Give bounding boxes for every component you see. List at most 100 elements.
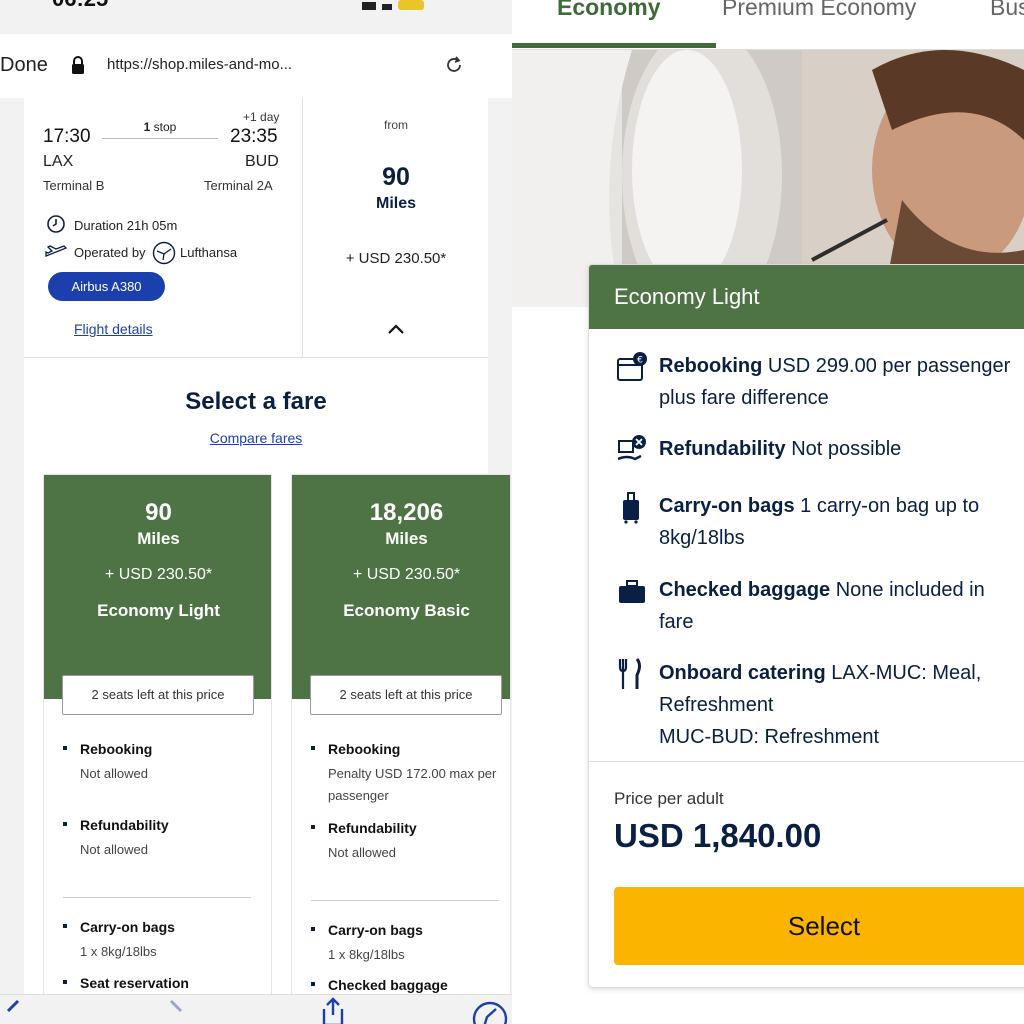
fare-miles-label: Miles xyxy=(137,529,180,548)
list-item: Rebooking Penalty USD 172.00 max per pas… xyxy=(311,741,501,807)
feature-text: Refundability Not possible xyxy=(659,433,1014,465)
price-value: USD 1,840.00 xyxy=(614,817,822,854)
route-line xyxy=(102,138,218,139)
feature-text: Rebooking USD 299.00 per passenger plus … xyxy=(659,350,1014,414)
list-item: Carry-on bags 1 x 8kg/18lbs xyxy=(63,919,253,963)
fare-miles-label: Miles xyxy=(385,529,428,548)
flight-card: 17:30 1 stop +1 day 23:35 LAX BUD Termin… xyxy=(24,98,488,358)
checked-baggage-icon xyxy=(619,580,645,603)
airline-name: Lufthansa xyxy=(180,245,238,260)
feature-title: Carry-on bags xyxy=(659,495,795,517)
arrival-time: 23:35 xyxy=(230,126,278,147)
list-item: Carry-on bags 1 x 8kg/18lbs xyxy=(311,922,501,966)
feature-desc: Not allowed xyxy=(80,842,148,857)
divider xyxy=(311,900,499,901)
feature-title: Rebooking xyxy=(659,355,763,377)
list-item: Seat reservation xyxy=(63,975,253,991)
compare-fares-link[interactable]: Compare fares xyxy=(24,430,488,446)
feature-text: Onboard catering LAX-MUC: Meal, Refreshm… xyxy=(659,657,1014,753)
feature-title: Rebooking xyxy=(63,741,253,757)
calendar-rebooking-icon: € xyxy=(617,352,647,381)
departure-terminal: Terminal B xyxy=(43,178,105,193)
select-fare-title: Select a fare xyxy=(185,388,327,415)
battery-icon xyxy=(398,0,424,10)
compass-icon[interactable] xyxy=(472,997,508,1024)
feature-text: Carry-on bags 1 carry-on bag up to 8kg/1… xyxy=(659,490,1014,554)
feature-title: Seat reservation xyxy=(63,975,253,991)
list-item: Checked baggage xyxy=(311,977,501,993)
fare-name: Economy Basic xyxy=(343,601,470,620)
cabin-tabs: Economy Premium Economy Bus xyxy=(512,0,1024,50)
feature-refundability: Refundability Not possible xyxy=(615,433,1015,473)
flight-price[interactable]: from 90 Miles + USD 230.50* xyxy=(304,98,488,358)
usd-value: + USD 230.50* xyxy=(345,250,447,267)
done-button[interactable]: Done xyxy=(0,54,48,77)
chevron-up-icon[interactable] xyxy=(387,323,405,335)
fare-usd: + USD 230.50* xyxy=(352,566,461,583)
feature-desc: Penalty USD 172.00 max per passenger xyxy=(328,766,497,803)
active-tab-indicator xyxy=(512,43,716,48)
carry-on-bag-icon xyxy=(623,492,639,524)
lufthansa-logo-icon xyxy=(152,241,176,265)
seats-left-badge: 2 seats left at this price xyxy=(310,675,502,715)
share-icon[interactable] xyxy=(320,997,346,1024)
feature-title: Carry-on bags xyxy=(63,919,253,935)
list-item: Refundability Not allowed xyxy=(63,817,253,861)
fare-detail-card: Economy Light € Rebooking USD 299.00 per… xyxy=(588,264,1024,988)
aircraft-badge: Airbus A380 xyxy=(48,272,165,301)
flight-details-link[interactable]: Flight details xyxy=(74,321,153,337)
feature-desc: 1 x 8kg/18lbs xyxy=(80,944,157,959)
fare-name: Economy Light xyxy=(97,601,220,620)
feature-desc: Not allowed xyxy=(80,766,148,781)
tab-business[interactable]: Bus xyxy=(990,0,1024,21)
feature-title: Checked baggage xyxy=(311,977,501,993)
operated-by-label: Operated by xyxy=(74,245,146,260)
from-label: from xyxy=(384,118,408,132)
list-item: Refundability Not allowed xyxy=(311,820,501,864)
svg-text:€: € xyxy=(637,356,643,366)
clock-icon xyxy=(47,215,65,233)
tab-premium-economy[interactable]: Premium Economy xyxy=(722,0,916,21)
miles-label: Miles xyxy=(375,195,416,212)
status-icons xyxy=(362,0,442,10)
feature-desc: 1 x 8kg/18lbs xyxy=(328,947,405,962)
feature-catering: Onboard catering LAX-MUC: Meal, Refreshm… xyxy=(615,657,1015,757)
lock-icon xyxy=(72,56,84,74)
flight-info: 17:30 1 stop +1 day 23:35 LAX BUD Termin… xyxy=(24,98,303,358)
fare-card-economy-light[interactable]: 90 Miles + USD 230.50* Economy Light 2 s… xyxy=(43,474,272,1004)
price-label: Price per adult xyxy=(614,789,724,808)
tab-economy[interactable]: Economy xyxy=(557,0,661,21)
url-text[interactable]: https://shop.miles-and-mo... xyxy=(107,56,292,73)
stops-count: 1 xyxy=(143,120,151,134)
feature-carry-on: Carry-on bags 1 carry-on bag up to 8kg/1… xyxy=(615,490,1015,560)
feature-title: Refundability xyxy=(659,438,786,460)
fare-header: 18,206 Miles + USD 230.50* Economy Basic xyxy=(292,475,510,699)
forward-icon[interactable] xyxy=(165,997,191,1024)
divider xyxy=(63,897,251,898)
fare-miles: 18,206 xyxy=(369,499,444,526)
feature-title: Checked baggage xyxy=(659,579,831,601)
feature-title: Refundability xyxy=(63,817,253,833)
feature-text: Checked baggage None included in fare xyxy=(659,574,1014,638)
feature-title: Refundability xyxy=(311,820,501,836)
fare-card-economy-basic[interactable]: 18,206 Miles + USD 230.50* Economy Basic… xyxy=(291,474,511,1004)
seats-left-badge: 2 seats left at this price xyxy=(62,675,254,715)
arrival-airport: BUD xyxy=(245,153,279,170)
fare-miles: 90 xyxy=(145,499,172,526)
feature-desc: Not possible xyxy=(791,438,902,460)
stops-text: stop xyxy=(153,120,177,134)
list-item: Rebooking Not allowed xyxy=(63,741,253,785)
fare-usd: + USD 230.50* xyxy=(104,566,213,583)
card-title: Economy Light xyxy=(589,265,1024,329)
feature-title: Onboard catering xyxy=(659,662,826,684)
fare-header: 90 Miles + USD 230.50* Economy Light xyxy=(44,475,271,699)
plane-icon xyxy=(45,245,68,257)
select-button[interactable]: Select xyxy=(614,887,1024,965)
reload-icon[interactable] xyxy=(443,54,465,76)
departure-airport: LAX xyxy=(43,153,74,170)
signal-icon xyxy=(362,2,376,10)
back-icon[interactable] xyxy=(0,997,26,1024)
miles-value: 90 xyxy=(382,163,410,191)
fare-detail-pane: Economy Premium Economy Bus Economy Ligh… xyxy=(512,0,1024,1024)
feature-title: Carry-on bags xyxy=(311,922,501,938)
